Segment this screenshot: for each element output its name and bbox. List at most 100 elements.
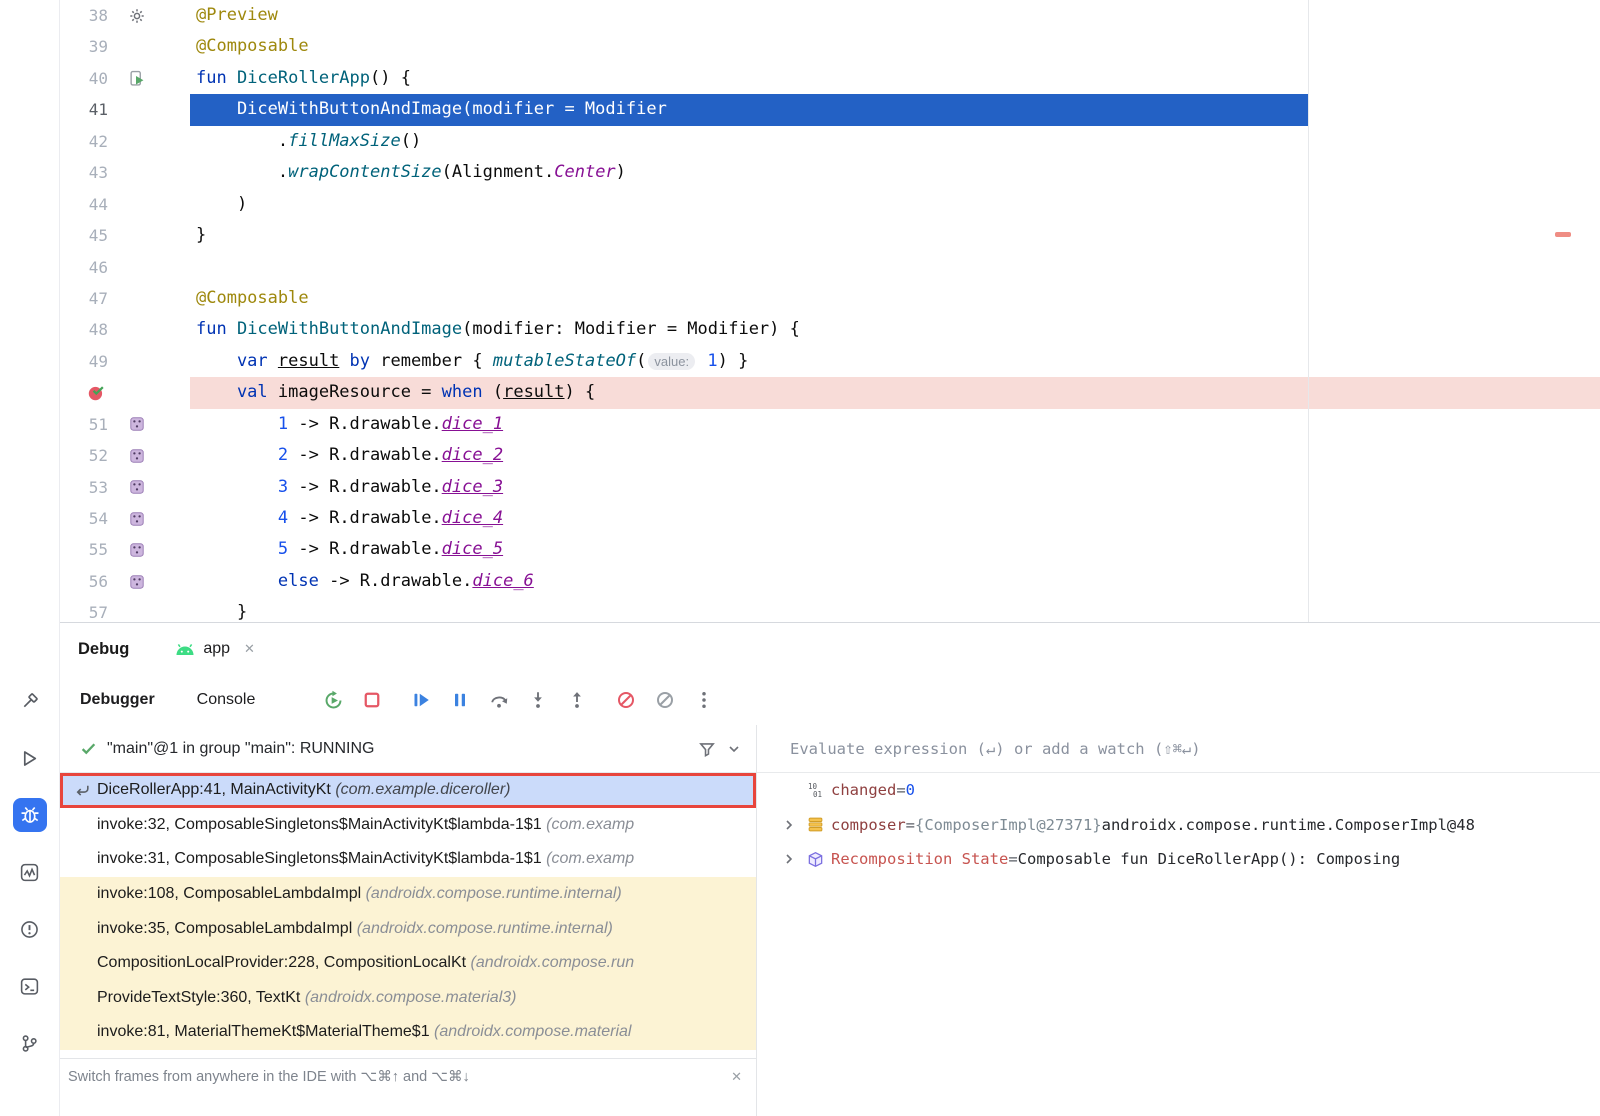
code-line-53[interactable]: 53 3 -> R.drawable.dice_3 [60, 472, 1600, 503]
stack-frame-row[interactable]: ProvideTextStyle:360, TextKt (androidx.c… [60, 981, 756, 1016]
expand-chevron-icon[interactable] [781, 817, 807, 833]
filter-icon[interactable] [698, 740, 716, 758]
editor-gutter[interactable]: 48 [60, 314, 193, 345]
code-line-52[interactable]: 52 2 -> R.drawable.dice_2 [60, 440, 1600, 471]
stack-frame-row[interactable]: invoke:31, ComposableSingletons$MainActi… [60, 842, 756, 877]
code-line-41[interactable]: 41 DiceWithButtonAndImage(modifier = Mod… [60, 94, 1600, 125]
code-text[interactable]: ) [193, 189, 1600, 220]
code-text[interactable]: @Preview [193, 0, 1600, 31]
editor-gutter[interactable]: 55 [60, 534, 193, 565]
stop-button[interactable] [360, 688, 384, 712]
sidebar-profiler-button[interactable] [13, 855, 47, 889]
code-text[interactable]: 5 -> R.drawable.dice_5 [193, 534, 1600, 565]
stack-frame-row[interactable]: CompositionLocalProvider:228, Compositio… [60, 946, 756, 981]
code-text[interactable]: } [193, 220, 1600, 251]
dice-icon[interactable] [122, 511, 152, 527]
code-text[interactable]: 3 -> R.drawable.dice_3 [193, 472, 1600, 503]
no-suspend-button[interactable] [653, 688, 677, 712]
stack-frame-row[interactable]: DiceRollerApp:41, MainActivityKt (com.ex… [60, 773, 756, 808]
code-text[interactable]: .fillMaxSize() [193, 126, 1600, 157]
sidebar-run-button[interactable] [13, 741, 47, 775]
code-text[interactable] [193, 252, 1600, 283]
code-line-55[interactable]: 55 5 -> R.drawable.dice_5 [60, 534, 1600, 565]
stack-frame-row[interactable]: invoke:32, ComposableSingletons$MainActi… [60, 808, 756, 843]
editor-gutter[interactable]: 40 [60, 63, 193, 94]
stack-frame-row[interactable]: invoke:81, MaterialThemeKt$MaterialTheme… [60, 1015, 756, 1050]
editor-gutter[interactable]: 43 [60, 157, 193, 188]
editor-gutter[interactable] [60, 377, 193, 408]
code-line-51[interactable]: 51 1 -> R.drawable.dice_1 [60, 409, 1600, 440]
code-line-38[interactable]: 38@Preview [60, 0, 1600, 31]
editor-gutter[interactable]: 47 [60, 283, 193, 314]
dice-icon[interactable] [122, 479, 152, 495]
rerun-button[interactable] [321, 688, 345, 712]
editor-gutter[interactable]: 41 [60, 94, 193, 125]
code-text[interactable]: var result by remember { mutableStateOf(… [193, 346, 1600, 377]
editor-gutter[interactable]: 44 [60, 189, 193, 220]
mute-breakpoints-button[interactable] [614, 688, 638, 712]
editor-gutter[interactable]: 56 [60, 566, 193, 597]
code-line-44[interactable]: 44 ) [60, 189, 1600, 220]
editor-gutter[interactable]: 57 [60, 597, 193, 622]
code-line-39[interactable]: 39@Composable [60, 31, 1600, 62]
stack-frame-row[interactable]: invoke:35, ComposableLambdaImpl (android… [60, 911, 756, 946]
evaluate-expression-input[interactable]: Evaluate expression (↵) or add a watch (… [757, 725, 1600, 773]
close-session-tab-icon[interactable]: ✕ [244, 641, 255, 657]
code-text[interactable]: else -> R.drawable.dice_6 [193, 566, 1600, 597]
code-line-43[interactable]: 43 .wrapContentSize(Alignment.Center) [60, 157, 1600, 188]
debug-session-tab-app[interactable]: app ✕ [175, 640, 255, 658]
editor-gutter[interactable]: 45 [60, 220, 193, 251]
run-icon[interactable] [122, 70, 152, 87]
code-text[interactable]: 2 -> R.drawable.dice_2 [193, 440, 1600, 471]
chevron-down-icon[interactable] [726, 741, 742, 757]
code-editor[interactable]: 38@Preview39@Composable40fun DiceRollerA… [60, 0, 1600, 622]
tab-console[interactable]: Console [197, 691, 256, 709]
editor-gutter[interactable]: 39 [60, 31, 193, 62]
variable-row-composer[interactable]: composer = {ComposerImpl@27371} androidx… [757, 808, 1600, 843]
sidebar-build-button[interactable] [13, 684, 47, 718]
variable-row-changed[interactable]: 1001changed = 0 [757, 773, 1600, 808]
step-out-button[interactable] [565, 688, 589, 712]
gear-icon[interactable] [122, 8, 152, 24]
code-text[interactable]: 1 -> R.drawable.dice_1 [193, 409, 1600, 440]
more-button[interactable] [692, 688, 716, 712]
editor-gutter[interactable]: 38 [60, 0, 193, 31]
code-text[interactable]: fun DiceRollerApp() { [193, 63, 1600, 94]
step-over-button[interactable] [487, 688, 511, 712]
close-status-icon[interactable]: ✕ [731, 1069, 742, 1085]
resume-button[interactable] [409, 688, 433, 712]
code-text[interactable]: .wrapContentSize(Alignment.Center) [193, 157, 1600, 188]
editor-gutter[interactable]: 51 [60, 409, 193, 440]
editor-gutter[interactable]: 54 [60, 503, 193, 534]
expand-chevron-icon[interactable] [781, 851, 807, 867]
code-line-40[interactable]: 40fun DiceRollerApp() { [60, 63, 1600, 94]
code-line-50[interactable]: val imageResource = when (result) { [60, 377, 1600, 408]
thread-header[interactable]: "main"@1 in group "main": RUNNING [60, 725, 756, 773]
code-line-57[interactable]: 57 } [60, 597, 1600, 622]
sidebar-terminal-button[interactable] [13, 969, 47, 1003]
breakpoint-icon[interactable] [60, 383, 108, 402]
code-line-48[interactable]: 48fun DiceWithButtonAndImage(modifier: M… [60, 314, 1600, 345]
variable-row-recomposition-state[interactable]: Recomposition State = Composable fun Dic… [757, 842, 1600, 877]
code-line-46[interactable]: 46 [60, 252, 1600, 283]
code-line-54[interactable]: 54 4 -> R.drawable.dice_4 [60, 503, 1600, 534]
code-line-42[interactable]: 42 .fillMaxSize() [60, 126, 1600, 157]
code-text[interactable]: @Composable [193, 283, 1600, 314]
editor-gutter[interactable]: 52 [60, 440, 193, 471]
step-into-button[interactable] [526, 688, 550, 712]
code-text[interactable]: fun DiceWithButtonAndImage(modifier: Mod… [193, 314, 1600, 345]
editor-gutter[interactable]: 49 [60, 346, 193, 377]
code-text[interactable]: DiceWithButtonAndImage(modifier = Modifi… [193, 94, 1600, 125]
sidebar-debug-button[interactable] [13, 798, 47, 832]
dice-icon[interactable] [122, 542, 152, 558]
dice-icon[interactable] [122, 574, 152, 590]
code-line-45[interactable]: 45} [60, 220, 1600, 251]
code-text[interactable]: } [193, 597, 1600, 622]
sidebar-version-control-button[interactable] [13, 1026, 47, 1060]
code-text[interactable]: 4 -> R.drawable.dice_4 [193, 503, 1600, 534]
tab-debugger[interactable]: Debugger [80, 691, 155, 709]
code-text[interactable]: val imageResource = when (result) { [193, 377, 1600, 408]
editor-gutter[interactable]: 42 [60, 126, 193, 157]
editor-gutter[interactable]: 46 [60, 252, 193, 283]
editor-gutter[interactable]: 53 [60, 472, 193, 503]
